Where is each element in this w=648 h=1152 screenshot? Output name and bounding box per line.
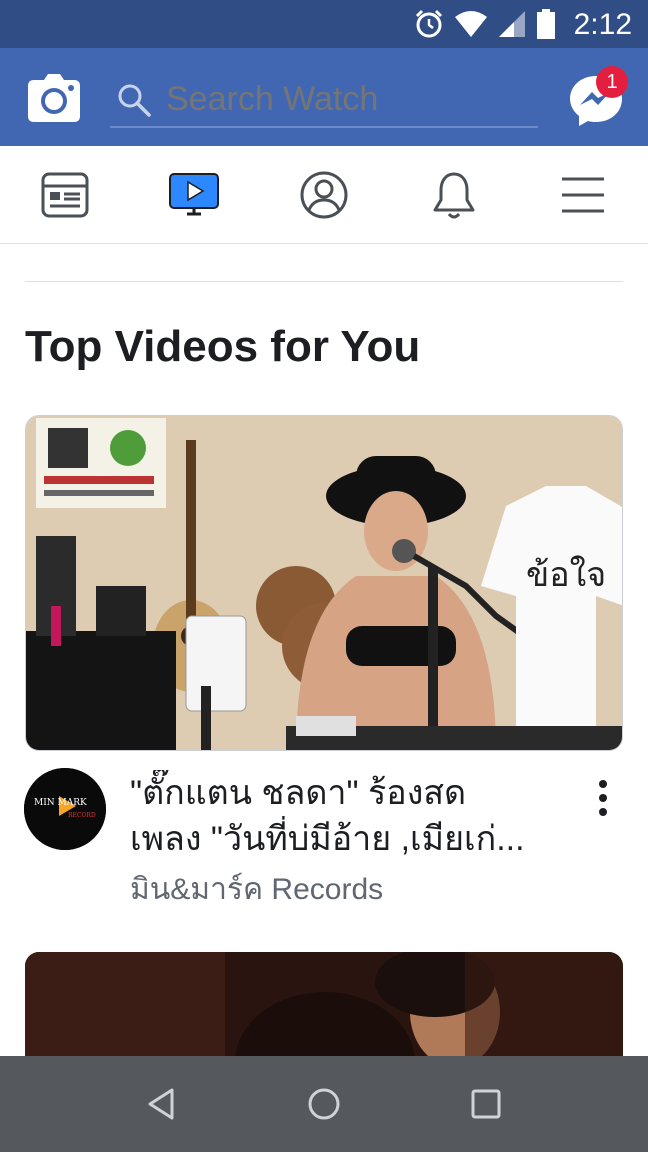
channel-logo-text: MIN MARK [34, 798, 87, 808]
video-thumbnail[interactable]: ข้อใจ [25, 415, 623, 751]
more-options-button[interactable] [586, 778, 620, 818]
profile-icon [300, 171, 348, 219]
video-title-line-1: "ตั๊กแตน ชลดา" ร้องสด [130, 774, 467, 812]
search-input[interactable] [166, 76, 526, 122]
app-header: 1 [0, 48, 648, 146]
channel-avatar[interactable]: MIN MARK RECORD [24, 768, 106, 850]
video-thumbnail-2[interactable] [25, 952, 623, 1072]
messenger-badge: 1 [596, 66, 628, 98]
alarm-icon [415, 9, 443, 38]
search-box[interactable] [110, 74, 538, 128]
status-bar: 2:12 [0, 0, 648, 48]
section-divider [25, 281, 623, 282]
tab-menu[interactable] [543, 146, 623, 244]
camera-icon [28, 74, 80, 122]
news-feed-icon [41, 172, 89, 218]
hamburger-menu-icon [562, 177, 604, 213]
tab-notifications[interactable] [414, 146, 494, 244]
more-dot-icon [599, 794, 607, 802]
video-thumbnail-image: ข้อใจ [26, 416, 622, 750]
channel-logo [24, 768, 106, 850]
channel-logo-subtext: RECORD [68, 812, 96, 819]
tab-news-feed[interactable] [25, 146, 105, 244]
wifi-icon [455, 11, 487, 37]
camera-button[interactable] [28, 74, 80, 122]
section-title: Top Videos for You [25, 322, 421, 371]
tab-watch[interactable] [154, 146, 234, 244]
system-nav-bar [0, 1056, 648, 1152]
more-dot-icon [599, 808, 607, 816]
status-icons [414, 9, 556, 39]
video-title-line-2: เพลง "วันที่บ่มีอ้าย ,เมียเก่... [130, 820, 525, 858]
more-dot-icon [599, 780, 607, 788]
clock: 2:12 [573, 8, 632, 41]
tab-bar [0, 146, 648, 244]
watch-video-icon [169, 173, 219, 216]
home-icon[interactable] [304, 1084, 344, 1124]
back-icon[interactable] [142, 1084, 182, 1124]
channel-name[interactable]: มิน&มาร์ค Records [130, 866, 383, 913]
svg-text:ข้อใจ: ข้อใจ [526, 555, 606, 595]
bell-icon [433, 172, 475, 219]
video-thumbnail-2-image [25, 952, 623, 1072]
battery-icon [537, 9, 555, 39]
tab-profile[interactable] [284, 146, 364, 244]
signal-icon [499, 11, 525, 37]
recents-icon[interactable] [466, 1084, 506, 1124]
search-icon [118, 84, 151, 117]
video-title[interactable]: "ตั๊กแตน ชลดา" ร้องสด เพลง "วันที่บ่มีอ้… [130, 770, 570, 862]
